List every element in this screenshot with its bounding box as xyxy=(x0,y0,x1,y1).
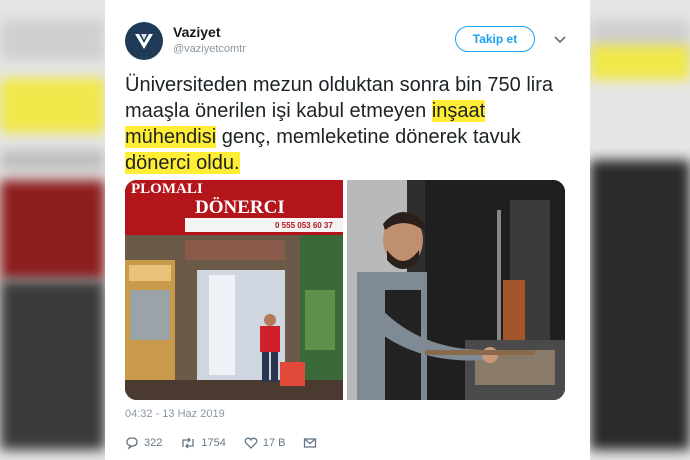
retweet-icon xyxy=(182,437,195,449)
message-button[interactable] xyxy=(303,436,317,450)
tweet-card: Vaziyet @vaziyetcomtr Takip et Üniversit… xyxy=(105,0,590,460)
avatar[interactable] xyxy=(125,22,163,60)
shop-sign-top: PLOMALI xyxy=(131,181,203,197)
media-photos: PLOMALI DÖNERCI 0 555 053 60 37 xyxy=(125,180,565,400)
tweet-text: Üniversiteden mezun olduktan sonra bin 7… xyxy=(125,72,575,176)
tweet-header: Vaziyet @vaziyetcomtr Takip et xyxy=(125,22,570,66)
chevron-down-icon[interactable] xyxy=(553,32,567,46)
like-count: 17 B xyxy=(262,437,286,449)
vaziyet-logo-icon xyxy=(135,34,153,49)
like-button[interactable]: 17 B xyxy=(244,436,286,450)
reply-button[interactable]: 322 xyxy=(125,436,162,450)
follow-button[interactable]: Takip et xyxy=(455,26,535,52)
blurred-backdrop-right xyxy=(590,0,690,460)
tweet-text-part: genç, memleketine dönerek tavuk xyxy=(216,126,521,148)
shop-sign-main: DÖNERCI xyxy=(195,197,285,218)
reply-count: 322 xyxy=(144,437,163,449)
author-name[interactable]: Vaziyet xyxy=(173,24,220,40)
tweet-text-part: Üniversiteden mezun olduktan sonra bin 7… xyxy=(125,74,554,122)
shop-phone: 0 555 053 60 37 xyxy=(275,221,333,230)
retweet-count: 1754 xyxy=(201,437,226,449)
tweet-media[interactable]: PLOMALI DÖNERCI 0 555 053 60 37 xyxy=(125,180,565,400)
tweet-actions: 322 1754 17 B xyxy=(125,434,335,452)
author-handle[interactable]: @vaziyetcomtr xyxy=(173,43,246,55)
blurred-backdrop-left xyxy=(0,0,105,460)
tweet-text-highlight: dönerci oldu. xyxy=(125,152,240,174)
retweet-button[interactable]: 1754 xyxy=(180,436,226,450)
tweet-timestamp[interactable]: 04:32 - 13 Haz 2019 xyxy=(125,408,225,420)
like-icon xyxy=(244,437,258,449)
message-icon xyxy=(304,438,317,448)
reply-icon xyxy=(126,437,138,450)
